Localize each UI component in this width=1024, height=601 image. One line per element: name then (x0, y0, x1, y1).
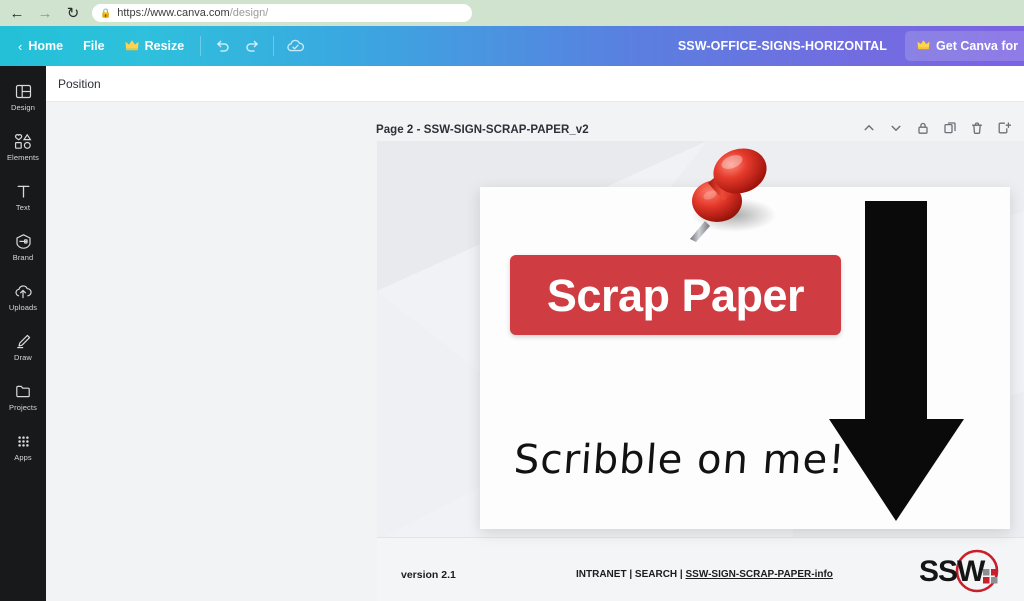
ssw-logo: SSW (915, 547, 1011, 597)
resize-label: Resize (144, 39, 185, 53)
reload-icon[interactable]: ↻ (64, 4, 82, 22)
sidebar-label-apps: Apps (14, 453, 32, 462)
toolbar-divider-2 (273, 36, 275, 56)
browser-chrome: ← → ↻ 🔒 https://www.canva.com/design/ (0, 0, 1024, 26)
cloud-check-icon[interactable] (280, 32, 310, 60)
pro-button-label: Get Canva for (936, 39, 1018, 53)
footer-links: INTRANET | SEARCH | SSW-SIGN-SCRAP-PAPER… (576, 569, 833, 580)
page-action-bar (856, 116, 1016, 140)
pushpin-icon (672, 143, 782, 251)
upload-cloud-icon (14, 282, 32, 300)
toolbar-divider (200, 36, 202, 56)
pen-icon (15, 332, 32, 350)
sidebar-item-design[interactable]: Design (0, 72, 46, 122)
position-button[interactable]: Position (58, 77, 101, 91)
folder-icon (15, 382, 32, 400)
footer-link-search[interactable]: SEARCH (635, 569, 677, 580)
crown-icon (917, 39, 930, 53)
chevron-up-icon[interactable] (856, 116, 881, 140)
lock-icon: 🔒 (100, 7, 112, 18)
svg-text:SSW: SSW (919, 555, 986, 588)
left-sidebar: Design Elements Text Brand Uploads Draw … (0, 66, 46, 601)
sidebar-label-projects: Projects (9, 403, 37, 412)
sidebar-item-projects[interactable]: Projects (0, 372, 46, 422)
url-text: https://www.canva.com/design/ (117, 7, 269, 19)
lock-icon[interactable] (910, 116, 935, 140)
footer-link-intranet[interactable]: INTRANET (576, 569, 627, 580)
home-button[interactable]: ‹ Home (8, 32, 73, 60)
resize-button[interactable]: Resize (115, 32, 195, 60)
footer-sep-2: | (677, 569, 686, 580)
get-canva-pro-button[interactable]: Get Canva for (905, 31, 1024, 61)
redo-icon[interactable] (237, 32, 267, 60)
canva-toolbar: ‹ Home File Resize SSW-OFFICE-SIGNS-HORI… (0, 26, 1024, 66)
sidebar-item-apps[interactable]: Apps (0, 422, 46, 472)
sidebar-item-elements[interactable]: Elements (0, 122, 46, 172)
undo-icon[interactable] (207, 32, 237, 60)
editor-area: Page 2 - SSW-SIGN-SCRAP-PAPER_v2 Scrap P… (46, 102, 1024, 601)
crown-icon (125, 39, 139, 54)
footer-link-info[interactable]: SSW-SIGN-SCRAP-PAPER-info (686, 569, 833, 580)
chevron-down-icon[interactable] (883, 116, 908, 140)
scribble-text: Scribble on me! (512, 437, 847, 483)
sidebar-label-draw: Draw (14, 353, 32, 362)
forward-icon[interactable]: → (36, 4, 54, 22)
brand-icon (15, 232, 32, 250)
chevron-left-icon: ‹ (18, 38, 23, 54)
add-page-icon[interactable] (991, 116, 1016, 140)
banner-text: Scrap Paper (546, 269, 805, 321)
sidebar-label-uploads: Uploads (8, 303, 38, 312)
address-bar[interactable]: 🔒 https://www.canva.com/design/ (92, 4, 472, 22)
grid-dots-icon (15, 432, 32, 450)
sidebar-item-text[interactable]: Text (0, 172, 46, 222)
sidebar-label-design: Design (11, 103, 35, 112)
scrap-paper-banner: Scrap Paper (510, 255, 841, 335)
sidebar-item-uploads[interactable]: Uploads (0, 272, 46, 322)
footer-sep-1: | (626, 569, 635, 580)
file-label: File (83, 39, 105, 53)
design-icon (15, 82, 32, 100)
document-title[interactable]: SSW-OFFICE-SIGNS-HORIZONTAL (678, 39, 905, 53)
back-icon[interactable]: ← (8, 4, 26, 22)
home-label: Home (28, 39, 64, 53)
page-title[interactable]: Page 2 - SSW-SIGN-SCRAP-PAPER_v2 (376, 124, 589, 136)
duplicate-icon[interactable] (937, 116, 962, 140)
design-canvas[interactable]: Scrap Paper Scribble on me! version 2.1 … (377, 141, 1024, 601)
sidebar-item-brand[interactable]: Brand (0, 222, 46, 272)
text-icon (15, 182, 32, 200)
trash-icon[interactable] (964, 116, 989, 140)
file-menu-button[interactable]: File (73, 32, 115, 60)
sidebar-label-text: Text (15, 203, 31, 212)
design-footer: version 2.1 INTRANET | SEARCH | SSW-SIGN… (377, 541, 1024, 601)
elements-icon (14, 132, 32, 150)
sidebar-label-brand: Brand (12, 253, 34, 262)
sidebar-item-draw[interactable]: Draw (0, 322, 46, 372)
footer-version: version 2.1 (401, 569, 456, 581)
sidebar-label-elements: Elements (6, 153, 40, 162)
property-toolbar: Position (46, 66, 1024, 102)
